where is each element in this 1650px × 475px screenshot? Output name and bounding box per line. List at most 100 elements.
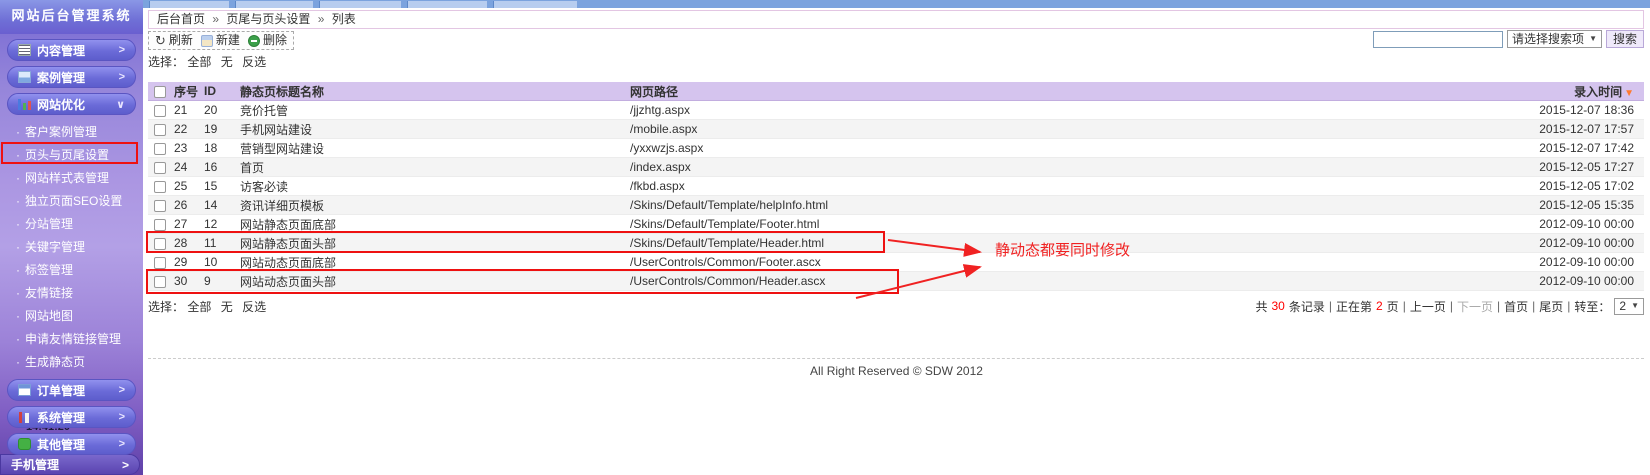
row-time: 2015-12-05 15:35: [1484, 198, 1644, 212]
row-title[interactable]: 网站静态页面底部: [240, 216, 630, 233]
prev-page-link[interactable]: 上一页: [1410, 298, 1446, 315]
sidebar-group-other[interactable]: 其他管理 >: [7, 433, 136, 455]
row-index: 22: [174, 122, 204, 136]
new-document-icon: [201, 35, 213, 47]
sidebar-submenu-item[interactable]: ·网站样式表管理: [0, 167, 143, 190]
row-checkbox[interactable]: [154, 219, 166, 231]
row-title[interactable]: 营销型网站建设: [240, 140, 630, 157]
row-index: 23: [174, 141, 204, 155]
search-button[interactable]: 搜索: [1606, 30, 1644, 48]
search-field-select[interactable]: 请选择搜索项 ▼: [1507, 30, 1602, 48]
goto-page-select[interactable]: 2 ▼: [1614, 298, 1644, 315]
sidebar-submenu-item[interactable]: ·友情链接: [0, 282, 143, 305]
header-title[interactable]: 静态页标题名称: [240, 83, 630, 100]
sidebar-submenu-item[interactable]: ·分站管理: [0, 213, 143, 236]
search-input[interactable]: [1373, 31, 1503, 48]
select-all-checkbox[interactable]: [154, 86, 166, 98]
table-row: 25 15 访客必读 /fkbd.aspx 2015-12-05 17:02: [148, 177, 1644, 196]
sidebar-submenu-item[interactable]: ·客户案例管理: [0, 121, 143, 144]
row-checkbox[interactable]: [154, 200, 166, 212]
puzzle-icon: [18, 438, 31, 450]
table-row: 23 18 营销型网站建设 /yxxwzjs.aspx 2015-12-07 1…: [148, 139, 1644, 158]
row-checkbox[interactable]: [154, 143, 166, 155]
header-time[interactable]: 录入时间▼: [1484, 83, 1644, 100]
row-time: 2012-09-10 00:00: [1484, 236, 1644, 250]
row-checkbox[interactable]: [154, 124, 166, 136]
row-title[interactable]: 网站动态页面头部: [240, 273, 630, 290]
sidebar-submenu-item[interactable]: ·网站地图: [0, 305, 143, 328]
row-path: /yxxwzjs.aspx: [630, 141, 1484, 155]
header-path[interactable]: 网页路径: [630, 83, 1484, 100]
row-title[interactable]: 网站动态页面底部: [240, 254, 630, 271]
sidebar-group-system[interactable]: 系统管理 >: [7, 406, 136, 428]
table-row: 28 11 网站静态页面头部 /Skins/Default/Template/H…: [148, 234, 1644, 253]
sidebar-submenu-item[interactable]: ·标签管理: [0, 259, 143, 282]
refresh-button[interactable]: ↻ 刷新: [155, 32, 193, 49]
sidebar-group-orders[interactable]: 订单管理 >: [7, 379, 136, 401]
sort-desc-icon: ▼: [1624, 88, 1634, 99]
select-all-link[interactable]: 全部: [187, 55, 211, 69]
row-time: 2015-12-05 17:27: [1484, 160, 1644, 174]
toolbar: ↻ 刷新 新建 删除: [148, 31, 294, 50]
refresh-label: 刷新: [169, 32, 193, 49]
header-index[interactable]: 序号: [174, 83, 204, 100]
row-checkbox[interactable]: [154, 238, 166, 250]
row-path: /jjzhtg.aspx: [630, 103, 1484, 117]
new-button[interactable]: 新建: [201, 32, 240, 49]
row-title[interactable]: 网站静态页面头部: [240, 235, 630, 252]
sidebar-group-label: 手机管理: [11, 456, 122, 473]
row-title[interactable]: 手机网站建设: [240, 121, 630, 138]
sidebar-submenu-label: 网站地图: [25, 309, 73, 323]
sidebar-submenu-label: 独立页面SEO设置: [25, 194, 122, 208]
row-title[interactable]: 访客必读: [240, 178, 630, 195]
breadcrumb-home[interactable]: 后台首页: [157, 12, 205, 26]
row-index: 27: [174, 217, 204, 231]
sidebar-submenu-item[interactable]: ·关键字管理: [0, 236, 143, 259]
row-id: 19: [204, 122, 240, 136]
system-management-icon: [18, 411, 31, 423]
row-title[interactable]: 资讯详细页模板: [240, 197, 630, 214]
row-path: /fkbd.aspx: [630, 179, 1484, 193]
row-id: 15: [204, 179, 240, 193]
sidebar-group-content[interactable]: 内容管理 >: [7, 39, 136, 61]
row-id: 14: [204, 198, 240, 212]
sidebar-submenu-item[interactable]: ·页头与页尾设置: [0, 144, 143, 167]
bullet-icon: ·: [16, 171, 20, 185]
row-checkbox[interactable]: [154, 257, 166, 269]
bullet-icon: ·: [16, 125, 20, 139]
sidebar-submenu-item[interactable]: ·申请友情链接管理: [0, 328, 143, 351]
row-time: 2012-09-10 00:00: [1484, 255, 1644, 269]
top-strip-segment: [493, 1, 577, 8]
chevron-right-icon: >: [119, 411, 125, 423]
row-checkbox[interactable]: [154, 162, 166, 174]
row-checkbox[interactable]: [154, 181, 166, 193]
pagination-separator: |: [1497, 299, 1500, 313]
row-title[interactable]: 竞价托管: [240, 102, 630, 119]
sidebar-submenu-item[interactable]: ·独立页面SEO设置: [0, 190, 143, 213]
sidebar-group-mobile[interactable]: 手机管理 >: [0, 454, 140, 475]
bullet-icon: ·: [16, 332, 20, 346]
bullet-icon: ·: [16, 355, 20, 369]
row-path: /UserControls/Common/Header.ascx: [630, 274, 1484, 288]
sidebar-submenu-item[interactable]: ·生成静态页: [0, 351, 143, 374]
table-body: 21 20 竞价托管 /jjzhtg.aspx 2015-12-07 18:36…: [148, 101, 1644, 291]
select-none-link[interactable]: 无: [221, 55, 233, 69]
sidebar-group-label: 内容管理: [37, 42, 119, 59]
sidebar-group-cases[interactable]: 案例管理 >: [7, 66, 136, 88]
row-title[interactable]: 首页: [240, 159, 630, 176]
sidebar-group-label: 案例管理: [37, 69, 119, 86]
select-invert-link[interactable]: 反选: [242, 55, 266, 69]
row-checkbox[interactable]: [154, 276, 166, 288]
first-page-link[interactable]: 首页: [1504, 298, 1528, 315]
row-checkbox[interactable]: [154, 105, 166, 117]
row-time: 2012-09-10 00:00: [1484, 274, 1644, 288]
breadcrumb-section[interactable]: 页尾与页头设置: [226, 12, 310, 26]
select-none-link[interactable]: 无: [221, 300, 233, 314]
delete-button[interactable]: 删除: [248, 32, 287, 49]
select-all-link[interactable]: 全部: [187, 300, 211, 314]
last-page-link[interactable]: 尾页: [1539, 298, 1563, 315]
sidebar-group-seo[interactable]: 网站优化 ∨: [7, 93, 136, 115]
select-invert-link[interactable]: 反选: [242, 300, 266, 314]
header-id[interactable]: ID: [204, 84, 240, 98]
pagination-separator: |: [1403, 299, 1406, 313]
